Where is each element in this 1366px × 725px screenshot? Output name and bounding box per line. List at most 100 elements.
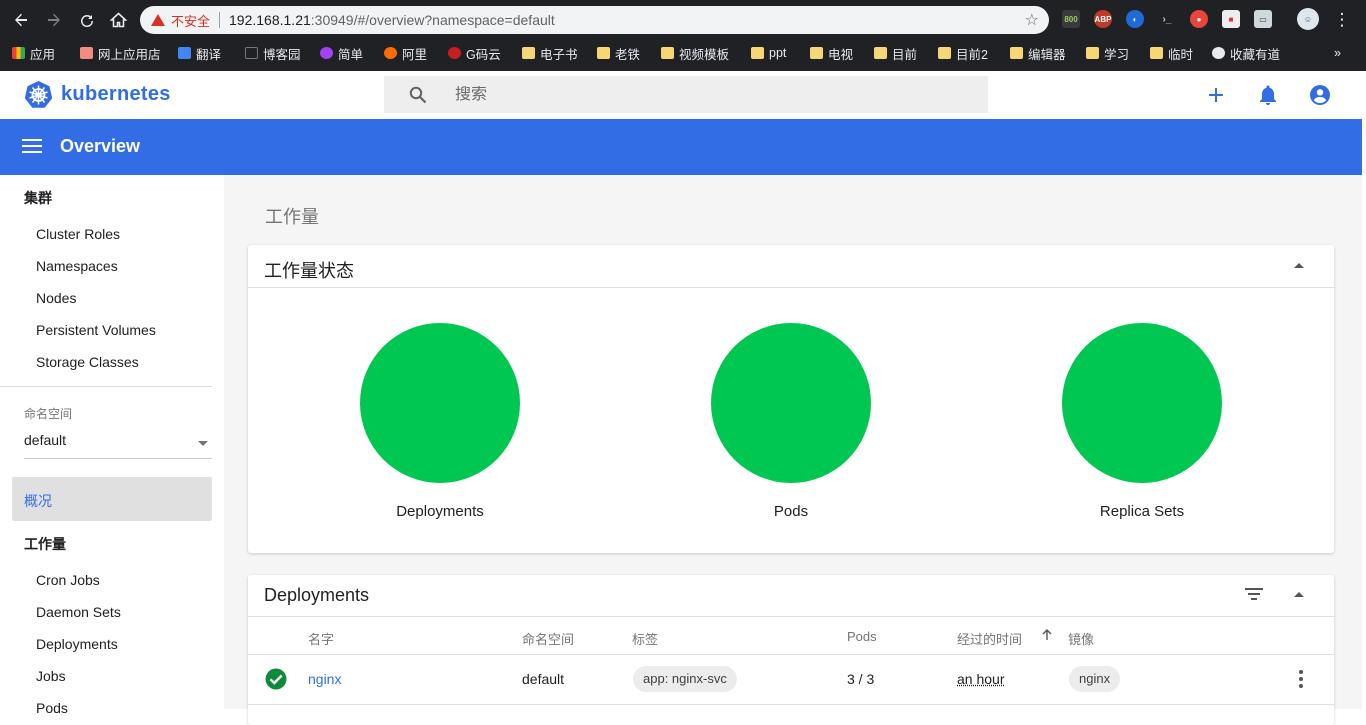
namespace-select[interactable]: default [24,432,212,459]
pods-status-circle[interactable] [711,323,871,483]
sort-arrow-up-icon[interactable] [1041,628,1053,646]
sidebar-item-cron-jobs[interactable]: Cron Jobs [36,572,100,588]
sidebar-item-persistent-volumes[interactable]: Persistent Volumes [36,322,156,338]
url-path: :30949/#/overview?namespace=default [311,12,555,28]
extension-icon[interactable]: ◐ [1126,10,1144,28]
sidebar-item-storage-classes[interactable]: Storage Classes [36,354,139,370]
sidebar-item-deployments[interactable]: Deployments [36,636,118,652]
back-icon[interactable] [9,8,33,32]
browser-menu-icon[interactable]: ⋮ [1330,8,1354,32]
bookmark-item[interactable]: G码云 [448,44,501,62]
bookmark-folder[interactable]: ppt [751,44,786,62]
bookmark-folder[interactable]: 临时 [1150,44,1193,62]
collapse-chevron-icon[interactable] [1294,263,1304,268]
security-warning[interactable]: 不安全 [151,11,210,30]
collapse-chevron-icon[interactable] [1294,592,1304,597]
column-header-age[interactable]: 经过的时间 [957,629,1022,648]
search-input[interactable] [455,86,935,104]
extension-icon[interactable]: ▭ [1254,10,1272,28]
create-plus-icon[interactable] [1204,83,1228,107]
bookmark-folder[interactable]: 视频模板 [661,44,729,62]
bookmark-item[interactable]: 翻译 [178,44,221,62]
bookmark-label: G码云 [466,44,501,63]
bookmark-label: 收藏有道 [1230,44,1280,63]
sidebar-item-daemon-sets[interactable]: Daemon Sets [36,604,121,620]
column-header-images: 镜像 [1068,629,1094,648]
bookmark-label: 老铁 [615,44,640,63]
bookmark-item[interactable]: 网上应用店 [80,44,161,62]
search-bar[interactable] [384,76,988,113]
warning-icon [151,14,165,26]
url-host: 192.168.1.21 [229,12,311,28]
bookmark-star-icon[interactable]: ☆ [1025,10,1039,30]
filter-icon[interactable] [1244,586,1264,607]
apps-grid-icon [12,47,25,59]
profile-avatar[interactable]: ☺ [1297,8,1319,30]
sidebar-item-cluster-roles[interactable]: Cluster Roles [36,226,120,242]
address-bar[interactable]: 不安全 192.168.1.21:30949/#/overview?namesp… [140,6,1049,34]
sidebar-item-jobs[interactable]: Jobs [36,668,66,684]
status-label-replica-sets: Replica Sets [1042,503,1242,520]
bookmark-folder[interactable]: 学习 [1086,44,1129,62]
translate-icon [178,47,191,59]
extension-icon[interactable]: ■ [1222,10,1240,28]
gitee-icon [448,47,461,59]
extension-icon[interactable]: 800 [1062,10,1080,28]
bookmark-folder[interactable]: 目前2 [938,44,988,62]
bookmark-label: 简单 [338,44,363,63]
bookmark-folder[interactable]: 老铁 [597,44,640,62]
adblock-icon[interactable]: ABP [1094,10,1112,28]
bookmark-label: 编辑器 [1028,44,1066,63]
bookmark-folder[interactable]: 电视 [810,44,853,62]
card-title: 工作量状态 [264,257,354,283]
forward-icon[interactable] [42,8,66,32]
deployment-name-link[interactable]: nginx [308,671,341,687]
more-bookmarks[interactable]: » [1334,44,1341,62]
sidebar-item-pods[interactable]: Pods [36,700,68,716]
deployments-card: Deployments 名字 命名空间 标签 Pods 经过的时间 镜像 ngi… [248,575,1334,725]
aliyun-icon [384,47,397,59]
sidebar-item-namespaces[interactable]: Namespaces [36,258,118,274]
search-icon [409,86,427,104]
reload-icon[interactable] [75,8,99,32]
extension-icon[interactable]: ● [1190,10,1208,28]
browser-chrome: 不安全 192.168.1.21:30949/#/overview?namesp… [0,0,1366,71]
bookmark-folder[interactable]: 目前 [874,44,917,62]
bookmark-folder[interactable]: 编辑器 [1010,44,1066,62]
more-vert-icon[interactable] [1298,669,1304,694]
sidebar-section-workloads[interactable]: 工作量 [24,534,66,554]
sidebar-item-overview[interactable]: 概况 [12,477,212,521]
sidebar-section-cluster[interactable]: 集群 [24,188,52,208]
bookmark-apps[interactable]: 应用 [12,44,55,62]
image-chip: nginx [1069,666,1120,692]
bookmark-folder[interactable]: 电子书 [522,44,578,62]
folder-icon [597,47,610,59]
logo-text: kubernetes [61,83,171,106]
extension-icon[interactable]: ›_ [1158,10,1176,28]
replica-sets-status-circle[interactable] [1062,323,1222,483]
bookmark-label: 电子书 [540,44,578,63]
bookmark-item[interactable]: 收藏有道 [1212,44,1280,62]
bookmark-item[interactable]: 简单 [320,44,363,62]
bookmark-label: 目前 [892,44,917,63]
column-header-name[interactable]: 名字 [308,629,334,648]
folder-icon [874,47,887,59]
dropdown-caret-icon [198,441,208,446]
label-chip: app: nginx-svc [633,666,737,692]
card-divider [248,616,1334,617]
home-icon[interactable] [106,8,130,32]
bookmark-item[interactable]: 阿里 [384,44,427,62]
deployment-namespace: default [522,671,564,687]
bookmark-label: 翻译 [196,44,221,63]
menu-hamburger-icon[interactable] [22,139,42,155]
bookmark-label: 临时 [1168,44,1193,63]
bookmark-item[interactable]: 博客园 [245,44,301,62]
logo[interactable]: kubernetes [24,80,171,109]
row-divider [248,704,1334,705]
notifications-bell-icon[interactable] [1256,83,1280,107]
deployments-status-circle[interactable] [360,323,520,483]
account-circle-icon[interactable] [1308,83,1332,107]
column-header-namespace[interactable]: 命名空间 [522,629,574,648]
sidebar-item-nodes[interactable]: Nodes [36,290,76,306]
scrollbar[interactable] [1362,71,1366,709]
